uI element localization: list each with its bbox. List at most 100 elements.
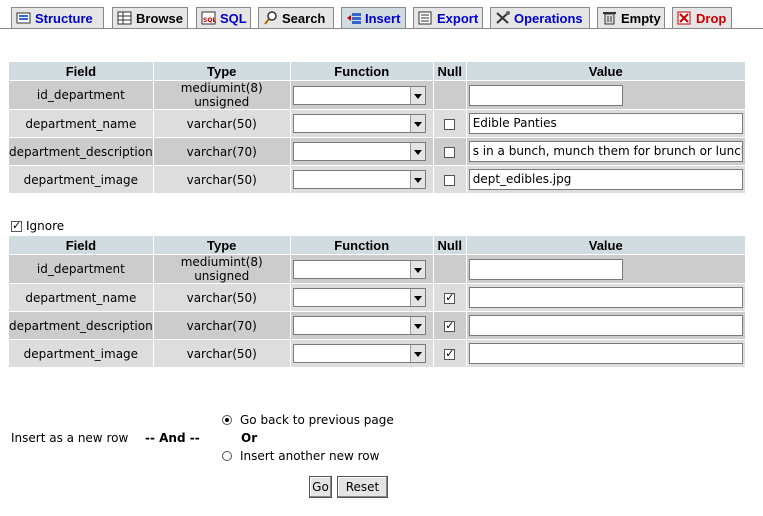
insert-another-option[interactable]: Insert another new row <box>222 449 379 463</box>
value-input[interactable] <box>468 84 623 106</box>
tab-export[interactable]: Export <box>413 7 483 28</box>
function-select[interactable] <box>292 142 426 161</box>
tab-drop[interactable]: Drop <box>672 7 732 28</box>
go-back-radio[interactable] <box>222 415 232 425</box>
ignore-checkbox[interactable] <box>11 219 22 233</box>
table-row: department_image varchar(50) <box>9 340 745 367</box>
or-label: Or <box>241 431 258 445</box>
function-select[interactable] <box>292 85 426 105</box>
insert-icon <box>346 11 362 25</box>
go-button[interactable]: Go <box>309 476 332 498</box>
table-row: department_description varchar(70) <box>9 312 745 339</box>
field-type: varchar(70) <box>153 312 290 339</box>
sql-icon: SQL <box>201 11 217 25</box>
insert-form-1: Field Type Function Null Value id_depart… <box>8 61 746 194</box>
tab-browse[interactable]: Browse <box>112 7 188 28</box>
table-row: id_department mediumint(8) unsigned <box>9 81 745 109</box>
table-row: department_name varchar(50) Edible Panti… <box>9 110 745 137</box>
field-type: varchar(70) <box>153 138 290 165</box>
tab-divider <box>0 28 763 29</box>
function-select[interactable] <box>292 259 426 279</box>
header-type: Type <box>153 236 290 254</box>
header-function: Function <box>290 62 433 80</box>
header-field: Field <box>9 236 153 254</box>
value-input[interactable]: dept_edibles.jpg <box>468 169 743 190</box>
field-name: department_description <box>9 312 153 339</box>
table-row: department_description varchar(70) s in … <box>9 138 745 165</box>
empty-icon <box>602 11 618 25</box>
null-checkbox[interactable] <box>444 347 456 361</box>
insert-another-label: Insert another new row <box>240 449 380 463</box>
function-select[interactable] <box>292 288 426 307</box>
field-name: department_name <box>9 284 153 311</box>
value-input[interactable]: Edible Panties <box>468 113 743 134</box>
function-select[interactable] <box>292 344 426 363</box>
function-select[interactable] <box>292 170 426 189</box>
field-name: id_department <box>9 81 153 109</box>
go-back-option[interactable]: Go back to previous page <box>222 413 394 427</box>
tab-operations[interactable]: Operations <box>490 7 590 28</box>
insert-as-new-row-label: Insert as a new row <box>11 431 129 445</box>
chevron-down-icon <box>409 317 425 334</box>
chevron-down-icon <box>409 260 425 278</box>
value-input[interactable] <box>468 343 743 364</box>
value-input[interactable] <box>468 258 623 280</box>
null-checkbox[interactable] <box>444 174 456 186</box>
null-checkbox[interactable] <box>444 291 456 305</box>
table-header: Field Type Function Null Value <box>9 236 745 254</box>
function-select[interactable] <box>292 316 426 335</box>
insert-another-radio[interactable] <box>222 451 232 461</box>
operations-icon <box>495 11 511 25</box>
value-input[interactable] <box>468 287 743 308</box>
drop-icon <box>677 11 693 25</box>
field-type: varchar(50) <box>153 340 290 367</box>
header-value: Value <box>466 236 745 254</box>
chevron-down-icon <box>409 143 425 160</box>
value-input[interactable] <box>468 315 743 336</box>
ignore-option: Ignore <box>11 219 64 233</box>
header-value: Value <box>466 62 745 80</box>
go-back-label: Go back to previous page <box>240 413 394 427</box>
tab-bar: Structure Browse SQL SQL Search Insert E… <box>0 0 763 30</box>
tab-sql[interactable]: SQL SQL <box>196 7 251 28</box>
svg-text:SQL: SQL <box>203 17 216 24</box>
reset-button[interactable]: Reset <box>337 476 388 498</box>
field-type: varchar(50) <box>153 110 290 137</box>
tab-structure[interactable]: Structure <box>11 7 104 28</box>
tab-search[interactable]: Search <box>258 7 334 28</box>
null-checkbox[interactable] <box>444 319 456 333</box>
field-type: varchar(50) <box>153 166 290 193</box>
header-field: Field <box>9 62 153 80</box>
value-input[interactable]: s in a bunch, munch them for brunch or l… <box>468 141 743 162</box>
export-icon <box>418 11 434 25</box>
null-checkbox[interactable] <box>444 146 456 158</box>
tab-insert[interactable]: Insert <box>341 7 406 28</box>
browse-icon <box>117 11 133 25</box>
search-icon <box>263 11 279 25</box>
chevron-down-icon <box>409 86 425 104</box>
field-name: id_department <box>9 255 153 283</box>
tab-empty[interactable]: Empty <box>597 7 665 28</box>
table-row: id_department mediumint(8) unsigned <box>9 255 745 283</box>
field-name: department_image <box>9 340 153 367</box>
and-label: -- And -- <box>145 431 200 445</box>
table-row: department_name varchar(50) <box>9 284 745 311</box>
header-type: Type <box>153 62 290 80</box>
chevron-down-icon <box>409 345 425 362</box>
field-type: varchar(50) <box>153 284 290 311</box>
field-name: department_image <box>9 166 153 193</box>
header-null: Null <box>433 62 466 80</box>
chevron-down-icon <box>409 115 425 132</box>
header-null: Null <box>433 236 466 254</box>
structure-icon <box>16 11 32 25</box>
table-header: Field Type Function Null Value <box>9 62 745 80</box>
null-checkbox[interactable] <box>444 118 456 130</box>
insert-form-2: Field Type Function Null Value id_depart… <box>8 235 746 368</box>
field-type: mediumint(8) unsigned <box>153 81 290 109</box>
function-select[interactable] <box>292 114 426 133</box>
field-name: department_description <box>9 138 153 165</box>
ignore-label: Ignore <box>26 219 65 233</box>
chevron-down-icon <box>409 171 425 188</box>
field-type: mediumint(8) unsigned <box>153 255 290 283</box>
field-name: department_name <box>9 110 153 137</box>
